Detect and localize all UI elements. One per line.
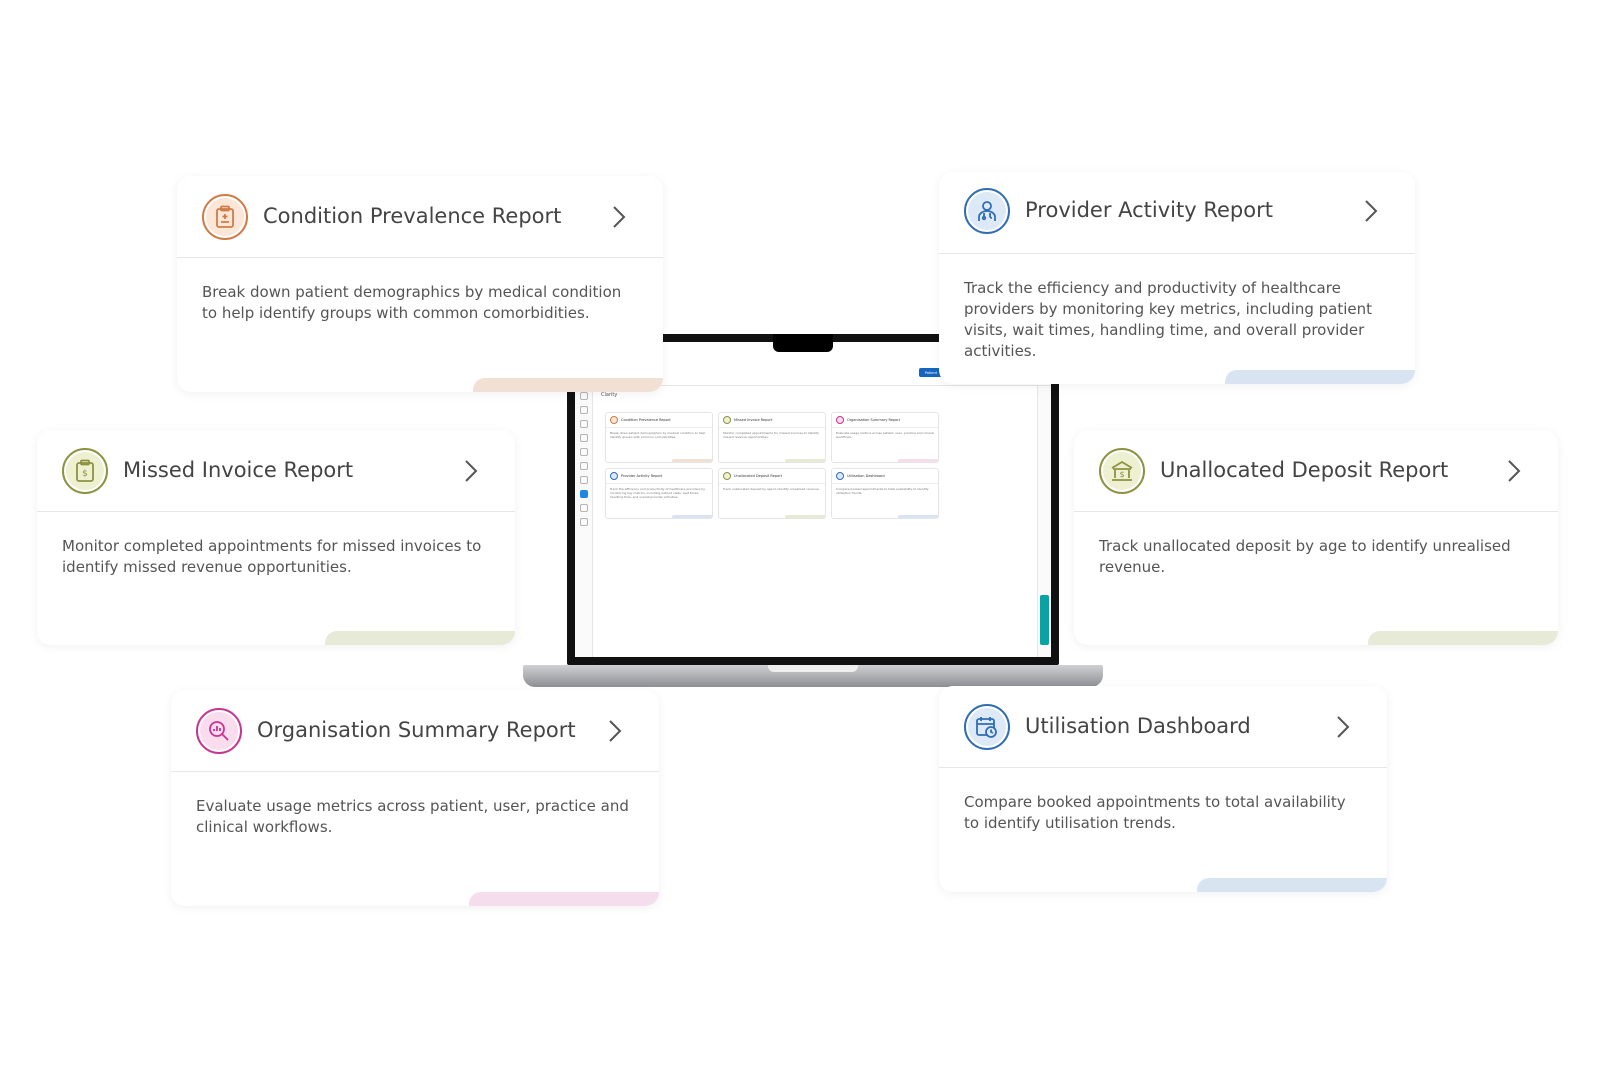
card-accent-bar	[325, 631, 515, 645]
mini-magnify-icon	[836, 416, 844, 424]
card-header: $ Missed Invoice Report	[37, 430, 515, 512]
card-title: Organisation Summary Report	[257, 718, 576, 742]
mini-card-text: Track the efficiency and productivity of…	[610, 487, 706, 499]
clipboard-medical-icon	[202, 194, 248, 240]
chevron-right-icon[interactable]	[1359, 198, 1383, 224]
mini-card-title: Unallocated Deposit Report	[734, 474, 783, 478]
sidebar-icon[interactable]	[579, 504, 588, 512]
svg-text:$: $	[82, 469, 88, 479]
card-header: Utilisation Dashboard	[939, 686, 1387, 768]
chevron-right-icon[interactable]	[603, 718, 627, 744]
card-description: Compare booked appointments to total ava…	[964, 793, 1346, 832]
mini-card-title: Missed Invoice Report	[734, 418, 773, 422]
mini-card-text: Break down patient demographics by medic…	[610, 431, 706, 439]
mini-card-accent	[672, 459, 712, 462]
mini-card[interactable]: Condition Prevalence Report Break down p…	[605, 412, 713, 463]
sidebar-icon[interactable]	[579, 462, 588, 470]
mini-card-title: Organisation Summary Report	[847, 418, 901, 422]
mini-invoice-icon	[723, 416, 731, 424]
mini-doctor-icon	[610, 472, 618, 480]
card-accent-bar	[1225, 370, 1415, 384]
sidebar-icon[interactable]	[579, 434, 588, 442]
mini-card-title: Utilisation Dashboard	[847, 474, 885, 478]
card-title: Unallocated Deposit Report	[1160, 458, 1449, 482]
missed-invoice-card[interactable]: $ Missed Invoice Report Monitor complete…	[37, 430, 515, 645]
card-header: Provider Activity Report	[939, 172, 1415, 254]
mini-card-text: Track unallocated deposit by age to iden…	[723, 487, 820, 491]
card-header: Organisation Summary Report	[171, 690, 659, 772]
mini-card[interactable]: Organisation Summary Report Evaluate usa…	[831, 412, 939, 463]
bank-dollar-icon: $	[1099, 448, 1145, 494]
calendar-clock-icon	[964, 704, 1010, 750]
sidebar-icon[interactable]	[579, 392, 588, 400]
mini-card-text: Monitor completed appointments for misse…	[723, 431, 820, 439]
provider-activity-card[interactable]: Provider Activity Report Track the effic…	[939, 172, 1415, 384]
unallocated-deposit-card[interactable]: $ Unallocated Deposit Report Track unall…	[1074, 430, 1558, 645]
card-description: Break down patient demographics by medic…	[202, 283, 622, 322]
mini-card-text: Compare booked appointments to total ava…	[836, 487, 929, 495]
mini-card[interactable]: Unallocated Deposit Report Track unalloc…	[718, 468, 826, 519]
mini-card-title: Provider Activity Report	[621, 474, 663, 478]
card-description: Monitor completed appointments for misse…	[62, 537, 482, 576]
card-accent-bar	[469, 892, 659, 906]
mini-card[interactable]: Missed Invoice Report Monitor completed …	[718, 412, 826, 463]
app-report-grid: Condition Prevalence Report Break down p…	[605, 412, 939, 519]
mini-card-text: Evaluate usage metrics across patient, u…	[836, 431, 934, 439]
card-header: $ Unallocated Deposit Report	[1074, 430, 1558, 512]
app-right-rail	[1037, 386, 1051, 657]
mini-card-accent	[785, 459, 825, 462]
card-accent-bar	[1368, 631, 1558, 645]
chevron-right-icon[interactable]	[1502, 458, 1526, 484]
sidebar-icon[interactable]	[579, 518, 588, 526]
magnify-report-icon	[196, 708, 242, 754]
sidebar-icon[interactable]	[579, 476, 588, 484]
mini-clipboard-icon	[610, 416, 618, 424]
camera-notch	[773, 334, 833, 352]
mini-card-title: Condition Prevalence Report	[621, 418, 671, 422]
mini-card[interactable]: Utilisation Dashboard Compare booked app…	[831, 468, 939, 519]
laptop-base-notch	[768, 665, 858, 672]
svg-text:$: $	[1119, 470, 1124, 479]
card-title: Utilisation Dashboard	[1025, 714, 1251, 738]
card-header: Condition Prevalence Report	[177, 176, 663, 258]
mini-card-accent	[898, 515, 938, 518]
condition-prevalence-card[interactable]: Condition Prevalence Report Break down p…	[177, 176, 663, 392]
sidebar-icon[interactable]	[579, 420, 588, 428]
card-title: Provider Activity Report	[1025, 198, 1273, 222]
card-description: Evaluate usage metrics across patient, u…	[196, 797, 629, 836]
chevron-right-icon[interactable]	[459, 458, 483, 484]
sidebar-icon[interactable]	[579, 406, 588, 414]
laptop-base	[523, 665, 1103, 687]
chevron-right-icon[interactable]	[607, 204, 631, 230]
invoice-dollar-icon: $	[62, 448, 108, 494]
mini-card-accent	[785, 515, 825, 518]
card-title: Missed Invoice Report	[123, 458, 354, 482]
mini-card[interactable]: Provider Activity Report Track the effic…	[605, 468, 713, 519]
mini-bank-icon	[723, 472, 731, 480]
sidebar-icon-reports[interactable]	[579, 490, 588, 498]
help-tab[interactable]	[1040, 595, 1049, 645]
mini-calendar-icon	[836, 472, 844, 480]
card-accent-bar	[473, 378, 663, 392]
organisation-summary-card[interactable]: Organisation Summary Report Evaluate usa…	[171, 690, 659, 906]
sidebar-icon[interactable]	[579, 448, 588, 456]
mini-card-accent	[898, 459, 938, 462]
card-accent-bar	[1197, 878, 1387, 892]
app-page-title: Clarity	[601, 392, 618, 398]
card-description: Track unallocated deposit by age to iden…	[1099, 537, 1511, 576]
chevron-right-icon[interactable]	[1331, 714, 1355, 740]
doctor-icon	[964, 188, 1010, 234]
app-sidebar	[575, 386, 593, 657]
card-title: Condition Prevalence Report	[263, 204, 562, 228]
utilisation-dashboard-card[interactable]: Utilisation Dashboard Compare booked app…	[939, 686, 1387, 892]
mini-card-accent	[672, 515, 712, 518]
card-description: Track the efficiency and productivity of…	[964, 279, 1373, 360]
